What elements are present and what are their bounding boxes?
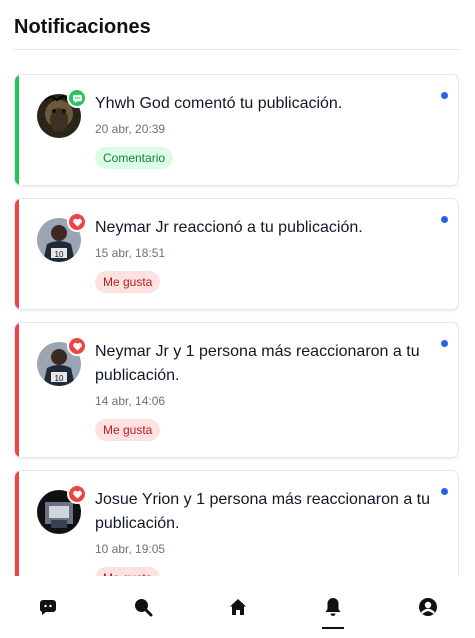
notification-type-tag: Me gusta	[95, 271, 161, 293]
unread-dot	[441, 216, 448, 223]
profile-icon	[418, 598, 437, 616]
heart-icon	[67, 336, 87, 356]
nav-chat[interactable]	[0, 576, 95, 638]
home-icon	[229, 599, 246, 615]
heart-icon	[67, 212, 87, 232]
notification-time: 15 abr, 18:51	[95, 246, 166, 260]
nav-search[interactable]	[95, 576, 190, 638]
page-title: Notificaciones	[14, 16, 151, 38]
heart-icon	[67, 484, 87, 504]
notification-item[interactable]: Josue Yrion y 1 persona más reaccionaron…	[14, 470, 459, 576]
unread-dot	[441, 340, 448, 347]
notification-time: 20 abr, 20:39	[95, 122, 166, 136]
nav-home[interactable]	[190, 576, 285, 638]
notification-text: Neymar Jr reaccionó a tu publicación.	[95, 219, 363, 236]
notification-time: 14 abr, 14:06	[95, 394, 166, 408]
notification-item[interactable]: Yhwh God comentó tu publicación. 20 abr,…	[14, 74, 459, 186]
bottom-nav	[0, 576, 475, 638]
svg-text:10: 10	[55, 250, 64, 259]
notification-type-tag: Comentario	[95, 147, 174, 169]
card-accent-bar	[15, 471, 19, 576]
notification-text: Yhwh God comentó tu publicación.	[95, 95, 343, 112]
nav-notifications[interactable]	[285, 576, 380, 638]
unread-dot	[441, 488, 448, 495]
notification-list[interactable]: Yhwh God comentó tu publicación. 20 abr,…	[14, 74, 459, 576]
notification-item[interactable]: 10 Neymar Jr reaccionó a tu publicación.…	[14, 198, 459, 310]
card-accent-bar	[15, 199, 19, 309]
page-header: Notificaciones	[14, 14, 460, 50]
card-accent-bar	[15, 75, 19, 185]
notification-type-tag: Me gusta	[95, 419, 161, 441]
notification-text: Josue Yrion y 1 persona más reaccionaron…	[95, 491, 431, 532]
bell-icon	[325, 598, 340, 616]
chat-bubble-icon	[67, 88, 87, 108]
search-icon	[134, 599, 152, 617]
notification-type-tag: Me gusta	[95, 567, 161, 576]
notification-item[interactable]: 10 Neymar Jr y 1 persona más reaccionaro…	[14, 322, 459, 458]
card-accent-bar	[15, 323, 19, 457]
svg-text:10: 10	[55, 374, 64, 383]
notification-text: Neymar Jr y 1 persona más reaccionaron a…	[95, 343, 420, 384]
notification-time: 10 abr, 19:05	[95, 542, 166, 556]
unread-dot	[441, 92, 448, 99]
nav-profile[interactable]	[380, 576, 475, 638]
chat-icon	[39, 600, 56, 615]
